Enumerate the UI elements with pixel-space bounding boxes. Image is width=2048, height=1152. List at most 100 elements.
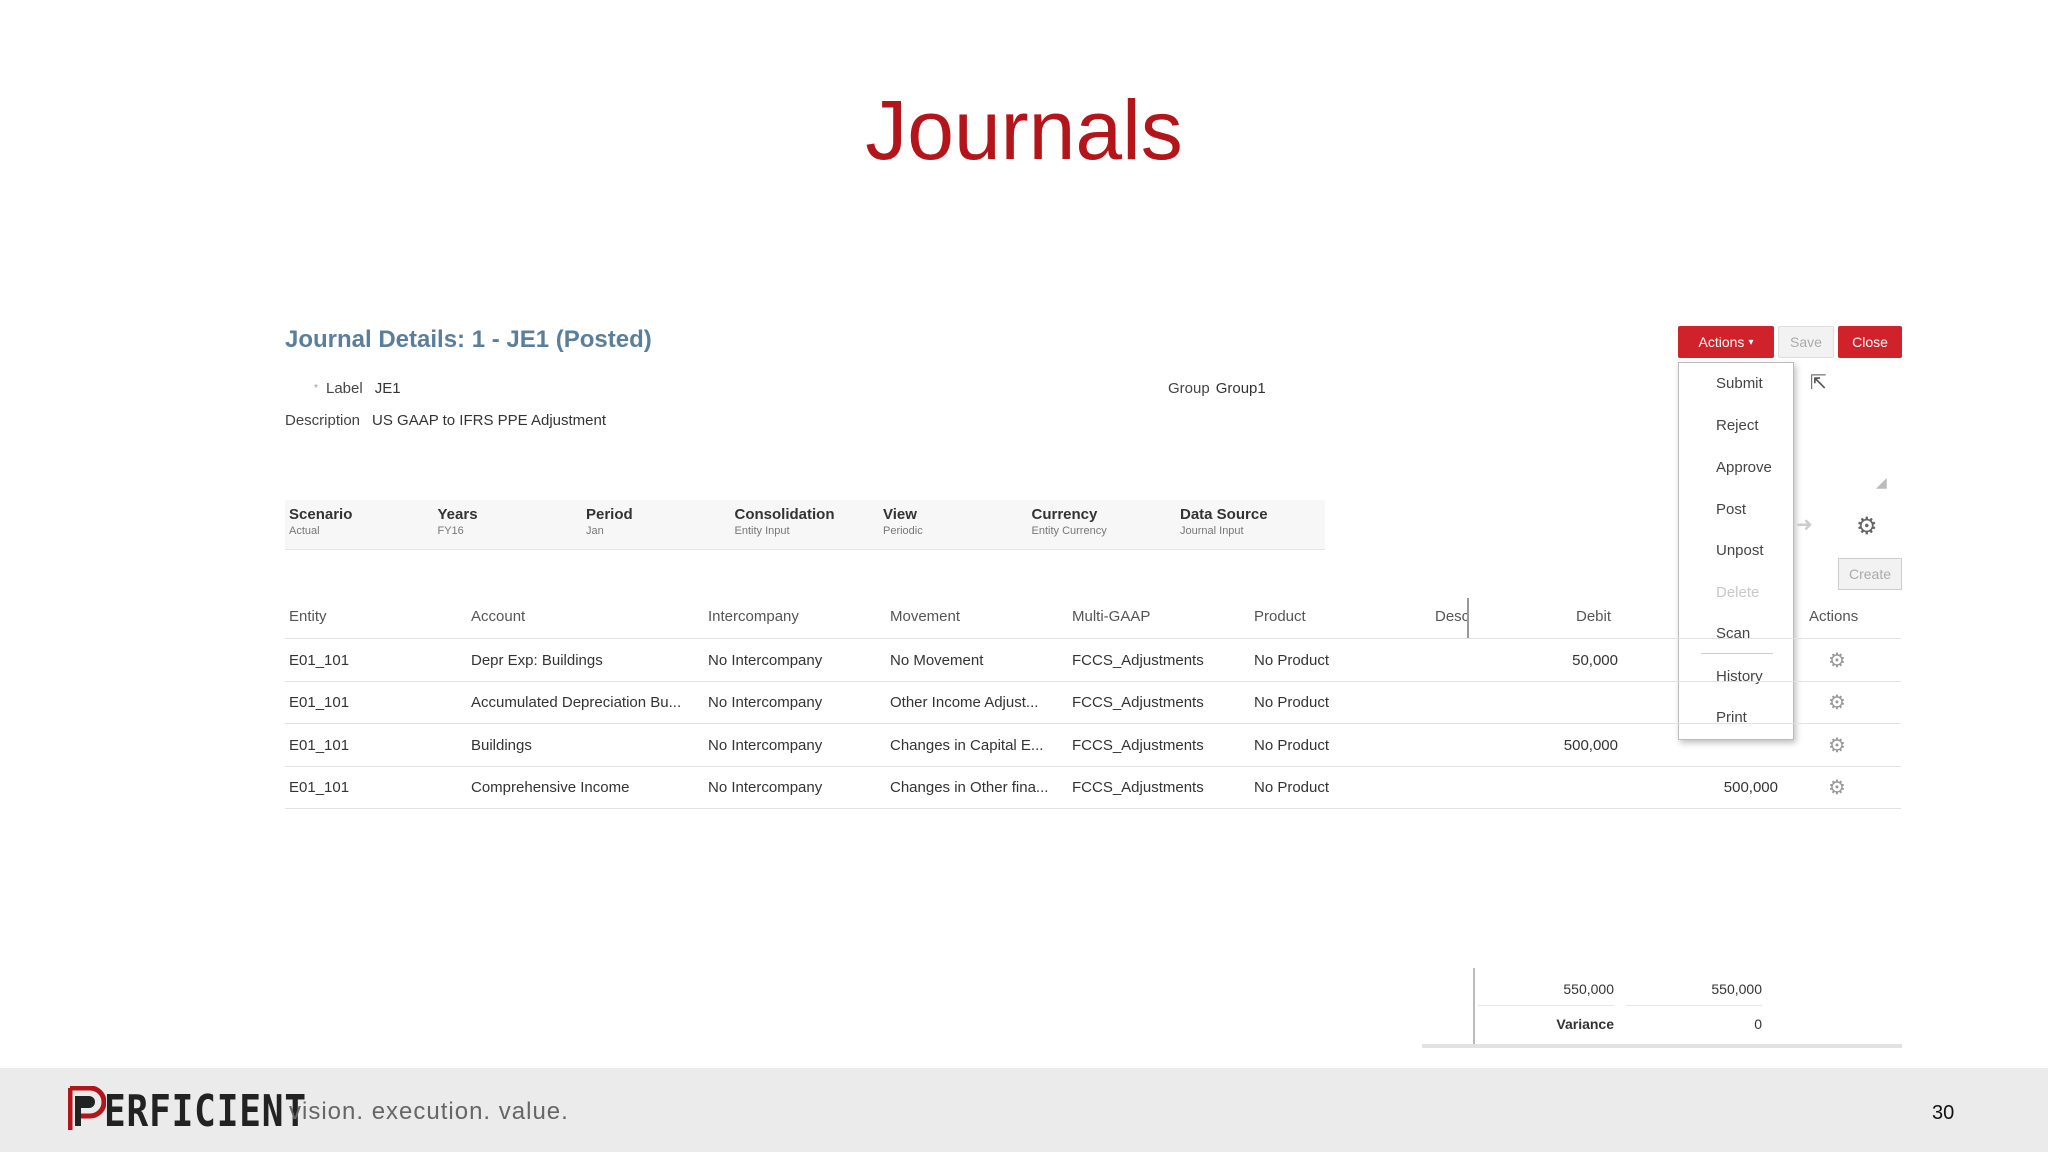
cell-movement: Changes in Other fina...: [890, 779, 1049, 796]
row-divider: [285, 723, 1901, 724]
cell-debit: 500,000: [1563, 737, 1618, 754]
cell-multigaap: FCCS_Adjustments: [1072, 652, 1204, 669]
pov-label: Scenario: [289, 506, 353, 523]
description-caption: Description: [285, 412, 361, 429]
pov-data-source[interactable]: Data Source Journal Input: [1176, 500, 1325, 549]
cell-account: Depr Exp: Buildings: [471, 652, 603, 669]
close-button[interactable]: Close: [1838, 326, 1902, 358]
gear-icon[interactable]: ⚙: [1856, 512, 1878, 541]
pov-label: Period: [586, 506, 633, 523]
actions-dropdown-menu: Submit Reject Approve Post Unpost Delete…: [1678, 362, 1794, 740]
pov-label: Data Source: [1180, 506, 1268, 523]
cell-account: Accumulated Depreciation Bu...: [471, 694, 682, 711]
journal-toolbar: Actions ▾ Save Close: [1678, 326, 1902, 358]
label-field: Label JE1: [326, 380, 401, 397]
menu-item-history[interactable]: History: [1716, 668, 1763, 685]
menu-item-unpost[interactable]: Unpost: [1716, 542, 1764, 559]
cell-entity: E01_101: [289, 737, 350, 754]
column-resize-divider[interactable]: [1467, 598, 1469, 638]
cell-product: No Product: [1254, 652, 1330, 669]
row-divider: [285, 638, 1901, 639]
menu-divider: [1701, 653, 1773, 654]
cell-intercompany: No Intercompany: [708, 652, 823, 669]
col-header-multigaap[interactable]: Multi-GAAP: [1072, 608, 1150, 638]
slide-title: Journals: [865, 83, 1183, 177]
actions-button-label: Actions: [1698, 334, 1745, 350]
page-number: 30: [1932, 1102, 1955, 1124]
totals-row-divider: [1478, 1005, 1614, 1006]
pov-value: Jan: [586, 525, 604, 537]
pov-currency[interactable]: Currency Entity Currency: [1028, 500, 1177, 549]
cell-credit: 500,000: [1723, 779, 1778, 796]
menu-item-submit[interactable]: Submit: [1716, 375, 1763, 392]
pov-value: Entity Currency: [1031, 525, 1107, 537]
cell-product: No Product: [1254, 737, 1330, 754]
pov-label: Years: [437, 506, 478, 523]
actions-button[interactable]: Actions ▾: [1678, 326, 1774, 358]
pov-label: Consolidation: [734, 506, 835, 523]
col-header-account[interactable]: Account: [471, 608, 525, 638]
create-button[interactable]: Create: [1838, 558, 1902, 590]
save-button[interactable]: Save: [1778, 326, 1834, 358]
cell-debit: 50,000: [1572, 652, 1618, 669]
menu-item-scan[interactable]: Scan: [1716, 625, 1750, 642]
caret-down-icon: ▾: [1748, 336, 1754, 348]
pov-years[interactable]: Years FY16: [434, 500, 583, 549]
pov-value: Actual: [289, 525, 320, 537]
cell-intercompany: No Intercompany: [708, 779, 823, 796]
gear-icon[interactable]: ⚙: [1828, 775, 1846, 800]
menu-item-reject[interactable]: Reject: [1716, 417, 1759, 434]
row-divider: [285, 766, 1901, 767]
label-caption: Label: [326, 380, 363, 397]
menu-item-approve[interactable]: Approve: [1716, 459, 1772, 476]
cell-entity: E01_101: [289, 652, 350, 669]
slide-footer: ERFICIENT vision. execution. value. 30: [0, 1068, 2048, 1152]
required-marker-icon: *: [314, 383, 318, 394]
cell-product: No Product: [1254, 694, 1330, 711]
cell-account: Comprehensive Income: [471, 779, 630, 796]
tagline: vision. execution. value.: [289, 1098, 569, 1125]
cell-multigaap: FCCS_Adjustments: [1072, 694, 1204, 711]
cell-movement: No Movement: [890, 652, 984, 669]
totals-bottom-border: [1422, 1044, 1902, 1048]
cell-multigaap: FCCS_Adjustments: [1072, 779, 1204, 796]
totals-row-divider: [1626, 1005, 1762, 1006]
group-value: Group1: [1215, 380, 1266, 397]
menu-item-delete: Delete: [1716, 584, 1760, 601]
col-header-debit[interactable]: Debit: [1576, 608, 1611, 638]
col-header-product[interactable]: Product: [1254, 608, 1306, 638]
debit-total: 550,000: [1563, 981, 1614, 997]
col-header-actions: Actions: [1809, 608, 1859, 625]
mouse-pointer-icon: ⇱: [1810, 372, 1827, 394]
pov-view[interactable]: View Periodic: [879, 500, 1028, 549]
col-header-entity[interactable]: Entity: [289, 608, 327, 638]
col-header-movement[interactable]: Movement: [890, 608, 960, 638]
pov-label: Currency: [1031, 506, 1098, 523]
description-value: US GAAP to IFRS PPE Adjustment: [372, 412, 607, 429]
cell-movement: Other Income Adjust...: [890, 694, 1039, 711]
resize-handle-icon[interactable]: ◢: [1876, 474, 1887, 491]
cell-product: No Product: [1254, 779, 1330, 796]
pov-scenario[interactable]: Scenario Actual: [285, 500, 434, 549]
journal-details-title: Journal Details: 1 - JE1 (Posted): [285, 326, 652, 353]
description-field: Description US GAAP to IFRS PPE Adjustmen…: [285, 412, 606, 429]
cell-entity: E01_101: [289, 694, 350, 711]
totals-divider: [1473, 968, 1475, 1046]
pov-consolidation[interactable]: Consolidation Entity Input: [731, 500, 880, 549]
cell-intercompany: No Intercompany: [708, 694, 823, 711]
pov-period[interactable]: Period Jan: [582, 500, 731, 549]
arrow-right-icon[interactable]: ➜: [1796, 512, 1813, 537]
credit-total: 550,000: [1711, 981, 1762, 997]
pov-value: Journal Input: [1180, 525, 1244, 537]
gear-icon[interactable]: ⚙: [1828, 648, 1846, 673]
gear-icon[interactable]: ⚙: [1828, 690, 1846, 715]
gear-icon[interactable]: ⚙: [1828, 733, 1846, 758]
row-divider: [285, 808, 1901, 809]
perficient-logo-icon: [68, 1086, 106, 1130]
col-header-intercompany[interactable]: Intercompany: [708, 608, 799, 638]
pov-bar: Scenario Actual Years FY16 Period Jan Conso…: [285, 500, 1325, 550]
perficient-logo-text: ERFICIENT: [104, 1086, 307, 1137]
col-header-description[interactable]: Desc: [1435, 608, 1469, 638]
menu-item-post[interactable]: Post: [1716, 501, 1746, 518]
group-caption: Group: [1168, 380, 1210, 397]
